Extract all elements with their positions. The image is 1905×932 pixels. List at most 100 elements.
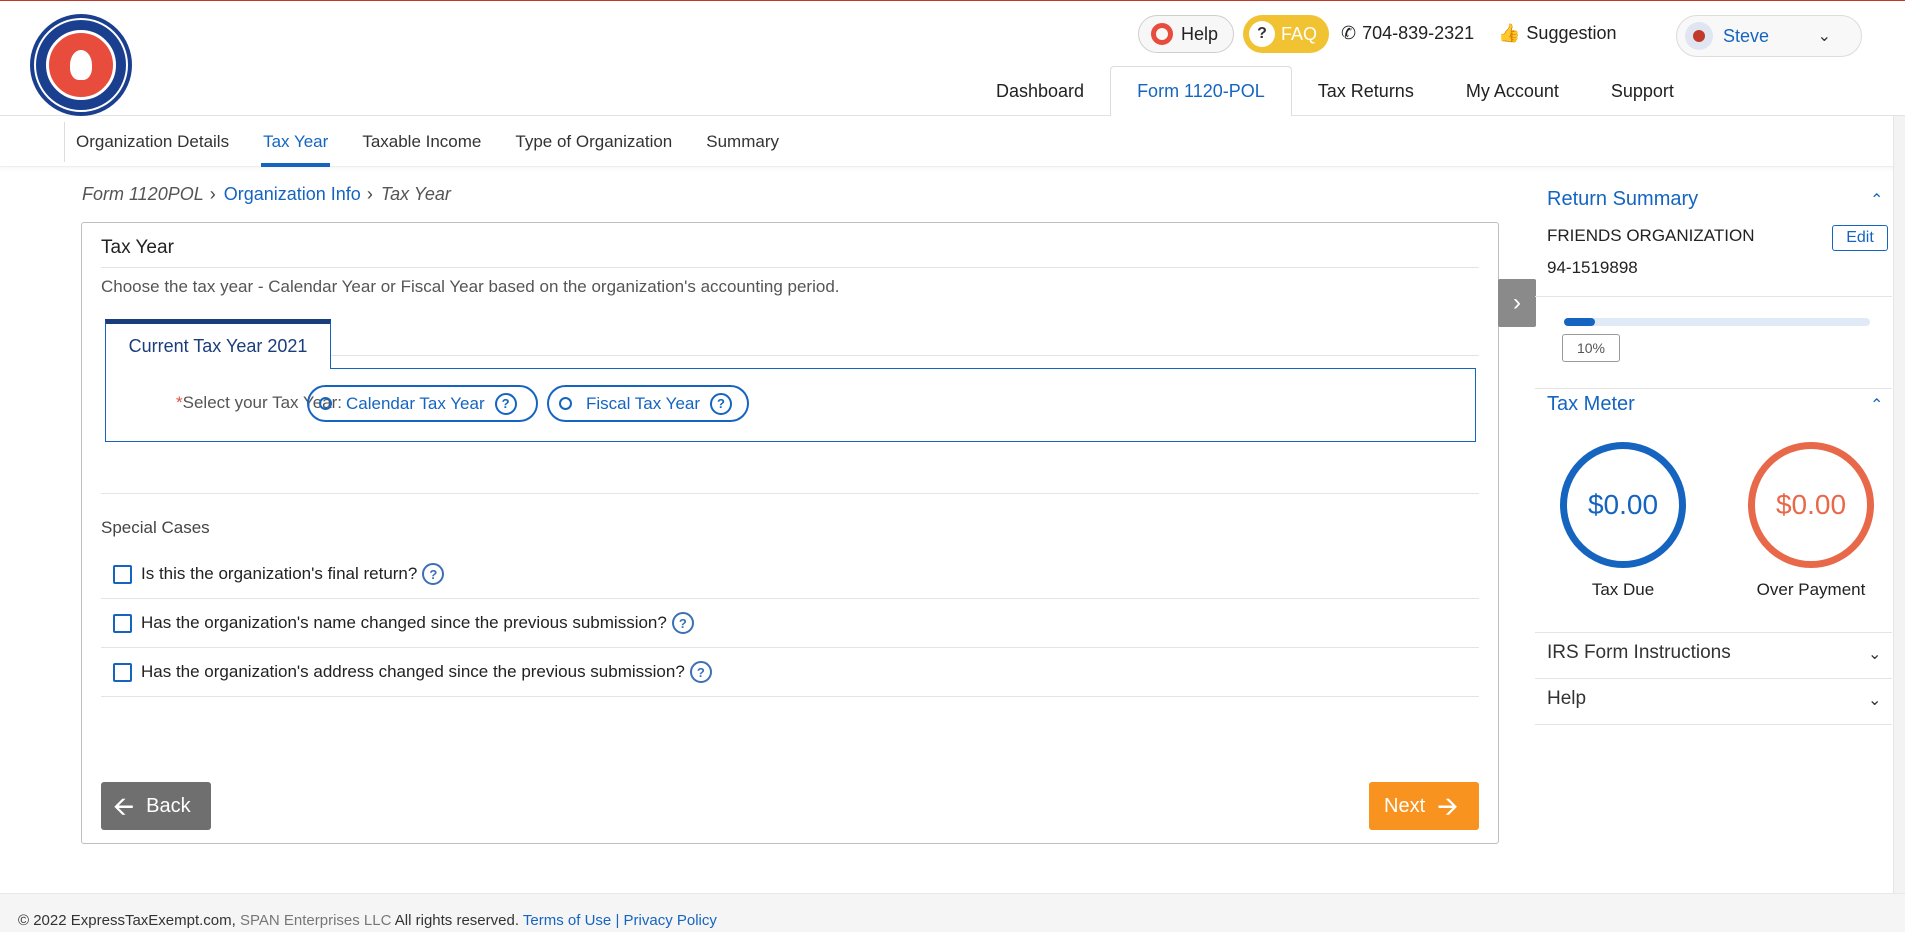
address-changed-row: Has the organization's address changed s… [101,648,1479,697]
chevron-up-icon[interactable]: ⌃ [1870,395,1883,415]
address-changed-label: Has the organization's address changed s… [141,662,685,681]
sub-nav-divider [64,122,65,162]
user-menu[interactable]: Steve ⌄ [1676,15,1862,57]
divider [1535,388,1892,389]
edit-button[interactable]: Edit [1832,225,1888,251]
divider [1535,678,1892,679]
calendar-tax-year-radio[interactable]: Calendar Tax Year ? [307,385,538,422]
help-icon[interactable]: ? [671,612,694,634]
chevron-right-icon: › [1513,289,1521,316]
help-label: Help [1181,23,1219,44]
nav-support[interactable]: Support [1585,66,1700,116]
radio-circle-icon [559,397,572,410]
org-name: FRIENDS ORGANIZATION [1547,226,1755,245]
nav-dashboard[interactable]: Dashboard [970,66,1110,116]
help-icon[interactable]: ? [422,563,445,585]
special-cases-heading: Special Cases [101,518,210,537]
tax-due-meter: $0.00 [1560,442,1686,568]
chevron-up-icon[interactable]: ⌃ [1870,190,1883,210]
breadcrumb: Form 1120POL › Organization Info › Tax Y… [82,184,451,205]
tab-tax-year[interactable]: Tax Year [261,116,331,167]
divider [101,493,1479,494]
card-description: Choose the tax year - Calendar Year or F… [101,277,840,296]
next-label: Next [1384,794,1426,817]
accordion-irs-form-instructions[interactable]: IRS Form Instructions [1547,642,1731,664]
name-changed-row: Has the organization's name changed sinc… [101,599,1479,648]
divider [331,355,1479,356]
phone-link[interactable]: ✆ 704-839-2321 [1341,23,1474,44]
tab-organization-details[interactable]: Organization Details [76,116,229,167]
divider [1535,632,1892,633]
nav-form-1120-pol[interactable]: Form 1120-POL [1110,66,1292,117]
tax-due-label: Tax Due [1591,580,1655,599]
privacy-link[interactable]: Privacy Policy [624,912,717,929]
accordion-help[interactable]: Help [1547,688,1586,710]
chevron-right-icon: › [209,184,216,204]
phone-number: 704-839-2321 [1362,23,1475,43]
chevron-down-icon[interactable]: ⌄ [1868,690,1881,710]
chevron-down-icon[interactable]: ⌄ [1868,644,1881,664]
radio-circle-icon [319,397,332,410]
divider [1535,296,1892,297]
chevron-right-icon: › [366,184,373,204]
footer-text: © 2022 ExpressTaxExempt.com, SPAN Enterp… [18,912,717,929]
tab-taxable-income[interactable]: Taxable Income [362,116,481,167]
company-name: SPAN Enterprises LLC [239,912,392,929]
arrow-right-icon: 🡪 [1437,791,1459,821]
return-summary-heading[interactable]: Return Summary [1547,188,1698,211]
tab-type-of-organization[interactable]: Type of Organization [515,116,672,167]
fiscal-tax-year-radio[interactable]: Fiscal Tax Year ? [547,385,749,422]
chevron-down-icon: ⌄ [1817,28,1831,45]
over-payment-label: Over Payment [1756,580,1866,599]
logo[interactable] [30,14,132,116]
breadcrumb-organization-info[interactable]: Organization Info [224,184,361,205]
org-ein: 94-1519898 [1547,258,1638,277]
over-payment-meter: $0.00 [1748,442,1874,568]
lifebuoy-icon [1151,23,1173,45]
scrollbar[interactable] [1893,116,1905,932]
sidebar-toggle-button[interactable]: › [1498,279,1536,327]
suggestion-link[interactable]: 👍 Suggestion [1498,23,1617,44]
progress-label: 10% [1562,334,1620,362]
breadcrumb-current: Tax Year [380,184,451,204]
user-name: Steve [1723,25,1770,46]
help-button[interactable]: Help [1138,15,1234,53]
final-return-checkbox[interactable] [113,564,132,584]
tax-year-panel: *Select your Tax Year: Calendar Tax Year… [105,368,1476,442]
nav-tax-returns[interactable]: Tax Returns [1292,66,1440,116]
footer-divider: | [615,912,620,929]
help-icon[interactable]: ? [689,661,712,683]
faq-label: FAQ [1281,23,1318,44]
final-return-row: Is this the organization's final return?… [101,550,1479,599]
question-icon: ? [1249,21,1275,47]
footer: © 2022 ExpressTaxExempt.com, SPAN Enterp… [0,893,1905,932]
back-button[interactable]: 🡨 Back [101,782,211,830]
copyright: © 2022 ExpressTaxExempt.com, [18,912,236,929]
name-changed-checkbox[interactable] [113,613,132,633]
help-icon[interactable]: ? [494,392,517,415]
breadcrumb-root: Form 1120POL [82,184,204,204]
divider [1535,724,1892,725]
faq-button[interactable]: ? FAQ [1243,15,1329,53]
tab-current-tax-year[interactable]: Current Tax Year 2021 [105,319,331,369]
fiscal-tax-year-label: Fiscal Tax Year [586,393,701,413]
terms-link[interactable]: Terms of Use [523,912,611,929]
tax-year-card: Tax Year Choose the tax year - Calendar … [81,222,1499,844]
final-return-label: Is this the organization's final return? [141,564,418,583]
address-changed-checkbox[interactable] [113,662,132,682]
tax-meter-heading[interactable]: Tax Meter [1547,393,1635,416]
header: Help ? FAQ ✆ 704-839-2321 👍 Suggestion S… [0,1,1905,117]
thumbs-up-icon: 👍 [1498,23,1521,43]
card-title: Tax Year [101,237,174,258]
calendar-tax-year-label: Calendar Tax Year [346,393,485,413]
logo-ring [34,18,128,112]
divider [101,267,1479,268]
back-label: Back [146,794,191,817]
main-nav: Dashboard Form 1120-POL Tax Returns My A… [970,66,1700,117]
suggestion-label: Suggestion [1526,23,1617,43]
nav-my-account[interactable]: My Account [1440,66,1585,116]
help-icon[interactable]: ? [710,392,733,415]
tab-summary[interactable]: Summary [706,116,779,167]
next-button[interactable]: Next 🡪 [1369,782,1479,830]
progress-fill [1564,318,1595,326]
